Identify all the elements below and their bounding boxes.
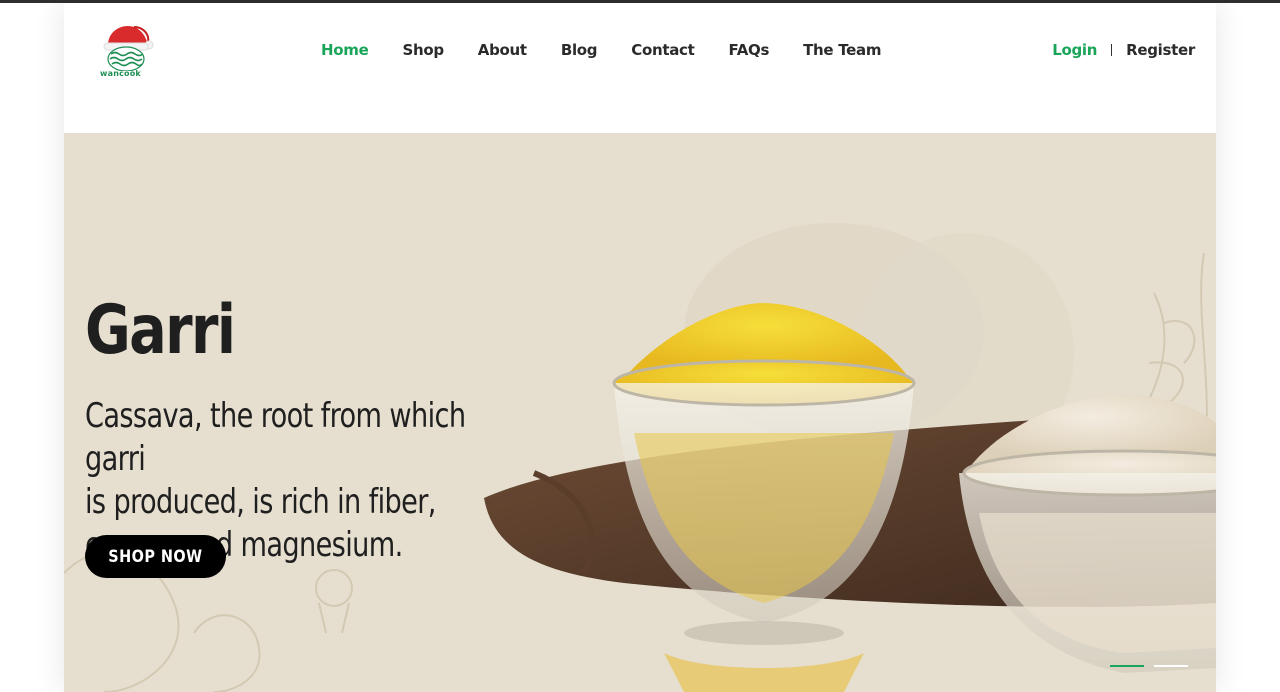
register-link[interactable]: Register — [1126, 41, 1195, 59]
brand-name: wancook — [100, 69, 141, 78]
hero-title: Garri — [85, 291, 236, 370]
slide-dot-2[interactable] — [1154, 665, 1188, 667]
nav-item-blog[interactable]: Blog — [561, 41, 598, 59]
nav-item-faqs[interactable]: FAQs — [728, 41, 769, 59]
shop-now-button[interactable]: SHOP NOW — [85, 535, 226, 578]
login-link[interactable]: Login — [1052, 41, 1097, 59]
main-nav: Home Shop About Blog Contact FAQs The Te… — [321, 40, 915, 60]
auth-divider — [1111, 44, 1113, 56]
shop-now-label: SHOP NOW — [108, 546, 203, 567]
nav-item-home[interactable]: Home — [321, 41, 369, 59]
slide-dot-1[interactable] — [1110, 665, 1144, 667]
site-header: wancook Home Shop About Blog Contact FAQ… — [64, 3, 1216, 133]
slider-pagination — [1110, 665, 1188, 667]
auth-links: Login Register — [1052, 40, 1195, 60]
hero-slider: Garri Cassava, the root from which garri… — [64, 133, 1216, 692]
santa-hat-wave-logo-icon — [103, 25, 154, 72]
brand-logo[interactable]: wancook — [98, 21, 154, 83]
nav-item-shop[interactable]: Shop — [402, 41, 444, 59]
nav-item-contact[interactable]: Contact — [631, 41, 695, 59]
nav-item-the-team[interactable]: The Team — [803, 41, 881, 59]
hero-subtitle-line: Cassava, the root from which garri — [85, 396, 466, 479]
nav-item-about[interactable]: About — [478, 41, 527, 59]
hero-subtitle-line: is produced, is rich in fiber, — [85, 482, 436, 522]
page-container: wancook Home Shop About Blog Contact FAQ… — [64, 3, 1216, 692]
